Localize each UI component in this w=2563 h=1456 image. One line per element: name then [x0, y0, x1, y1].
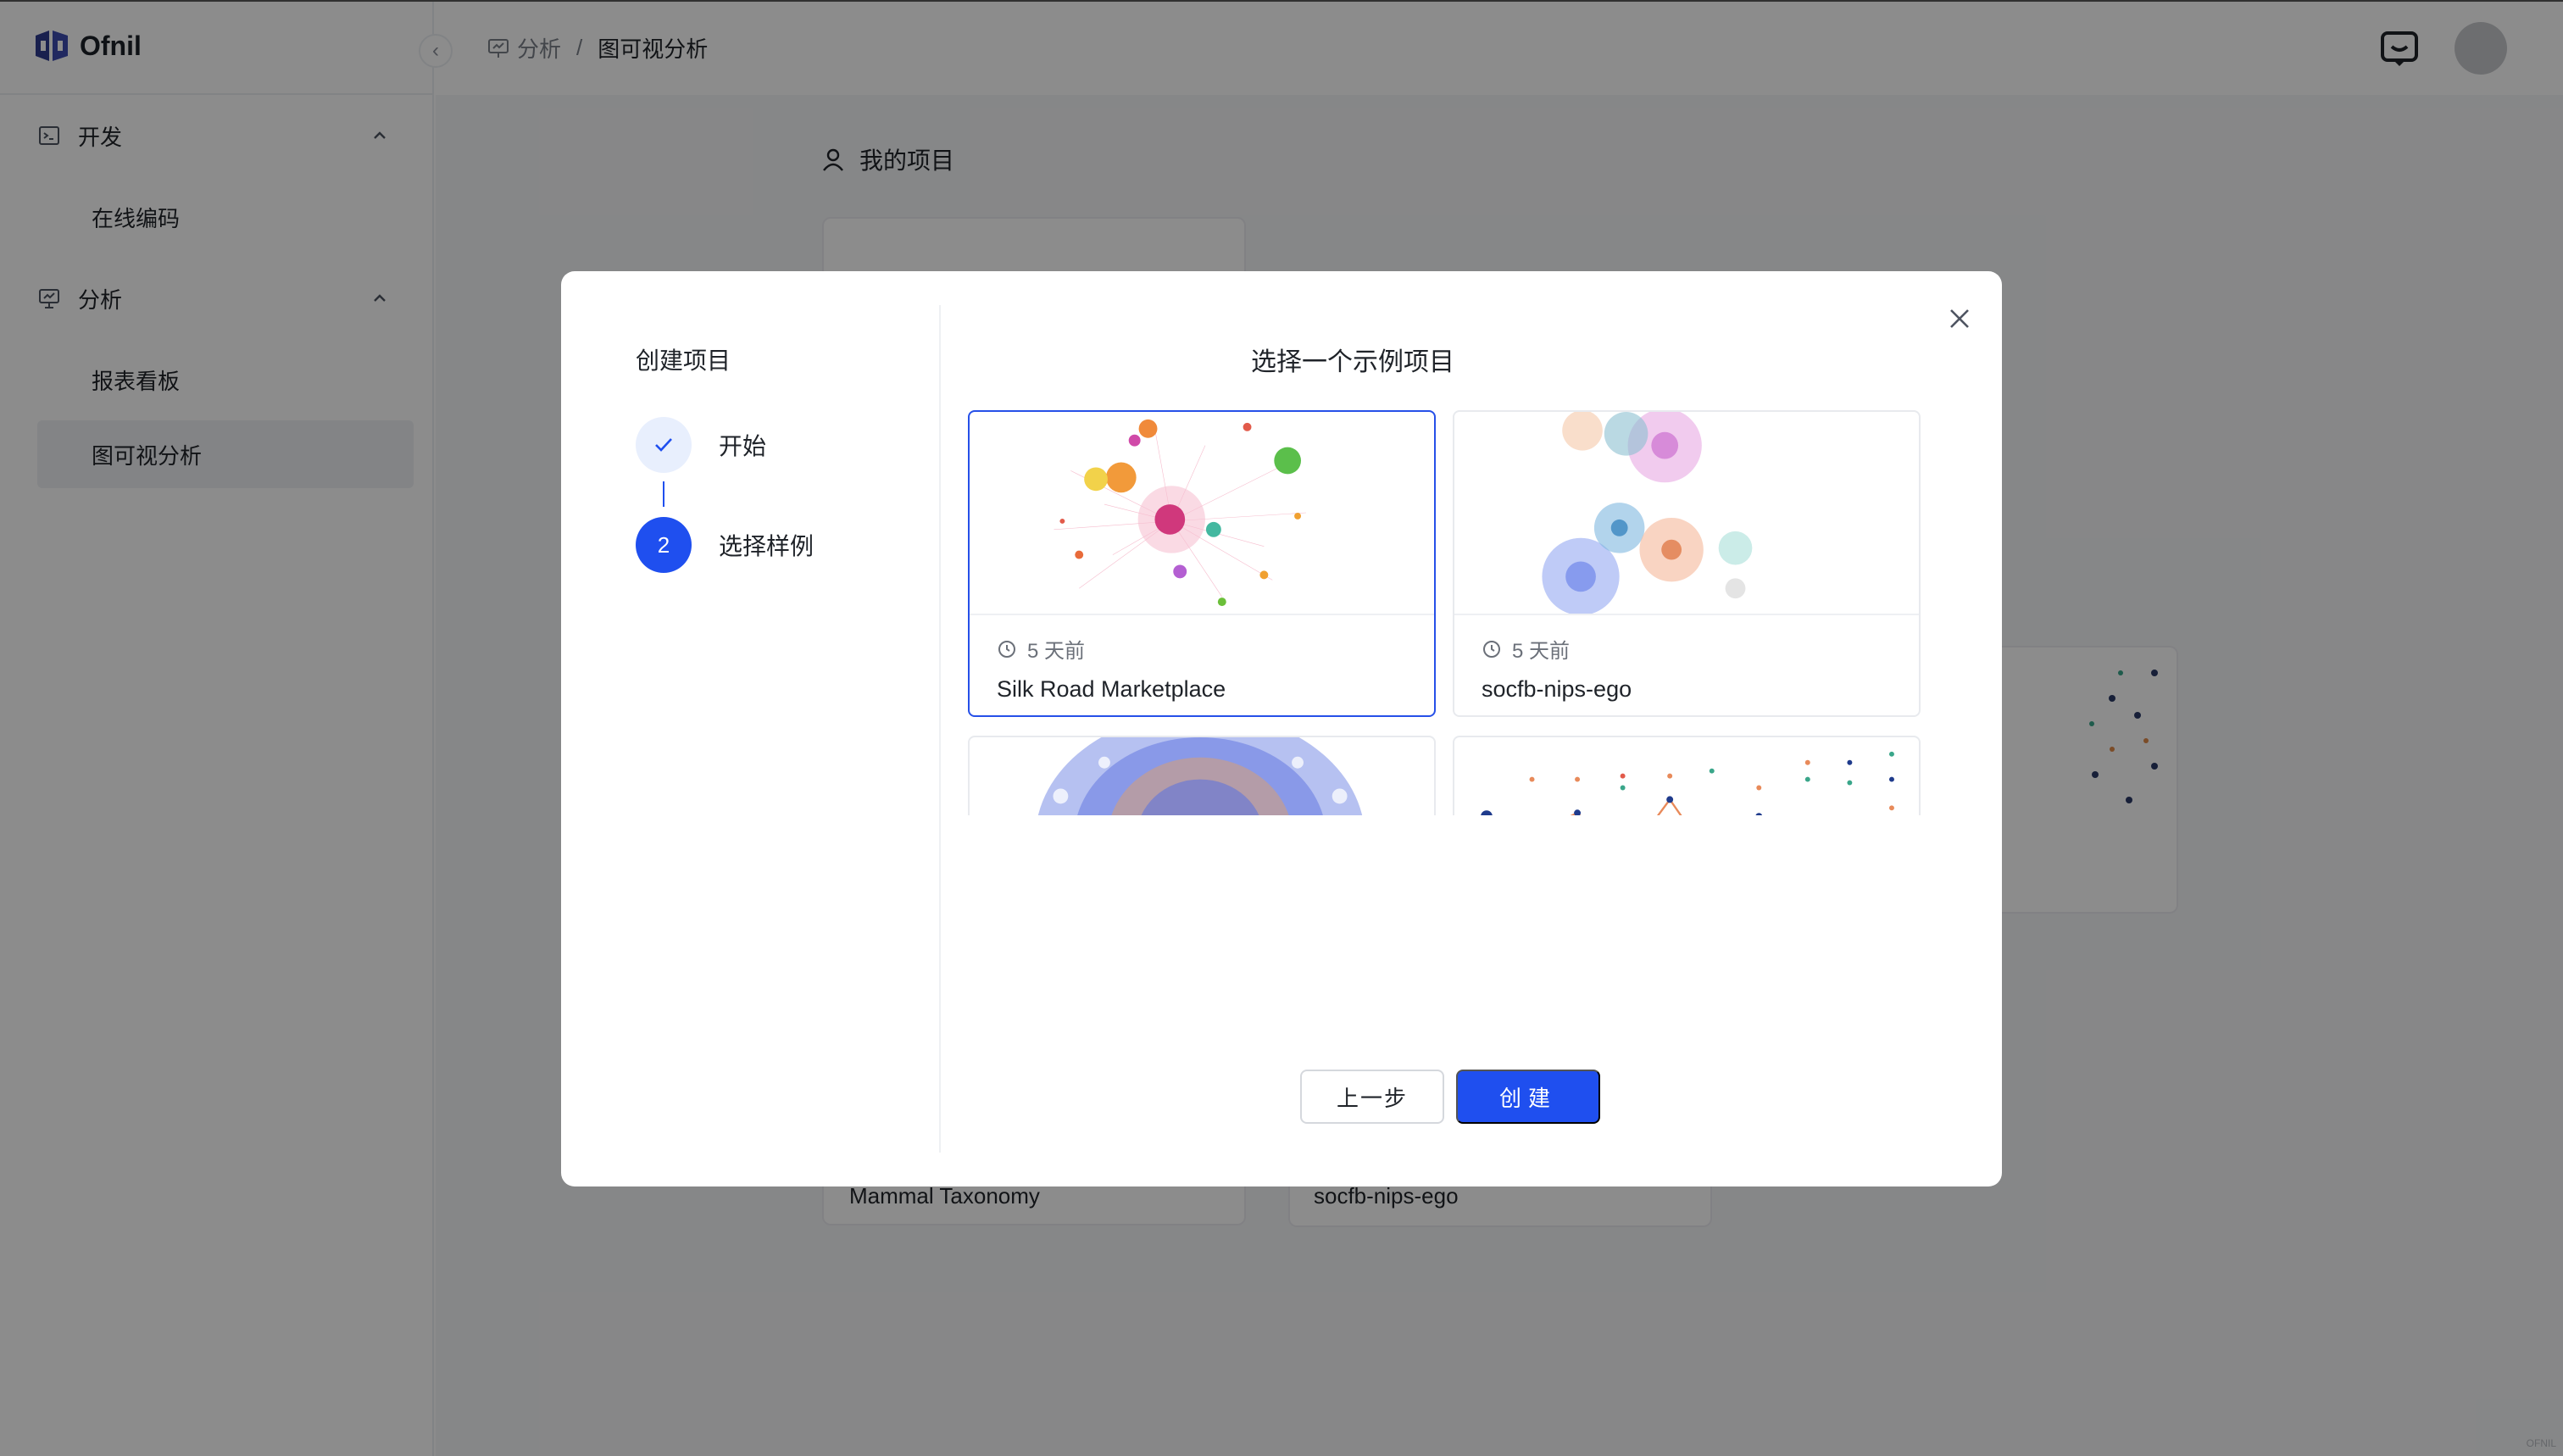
modal-divider — [939, 305, 941, 1153]
clock-icon — [1482, 964, 1502, 985]
step-choose-sample: 2 选择样例 — [636, 517, 814, 573]
card-thumbnail — [970, 412, 1434, 615]
sample-card-silk-road[interactable]: 5 天前 Silk Road Marketplace — [968, 410, 1436, 717]
modal-title: 创建项目 — [636, 347, 731, 374]
card-time-text: 5 天前 — [1512, 640, 1571, 663]
step-indicator-current: 2 — [636, 517, 692, 573]
clock-icon — [997, 964, 1017, 985]
card-timestamp: 5 天前 — [997, 634, 1085, 664]
previous-step-button[interactable]: 上一步 — [1300, 1070, 1444, 1124]
sample-card-path-analysis[interactable]: 5 天前 Path Analysis — [1453, 736, 1921, 1027]
step-label: 选择样例 — [719, 533, 814, 559]
sample-card-email-euall[interactable]: 5 天前 Email_EuAll — [968, 736, 1436, 1027]
card-time-text: 5 天前 — [1512, 965, 1571, 988]
check-icon — [655, 438, 672, 452]
card-timestamp: 5 天前 — [1482, 959, 1570, 989]
network-graph-thumbnail — [1054, 419, 1306, 607]
card-thumbnail — [1454, 412, 1919, 615]
network-graph-thumbnail — [1542, 412, 1753, 614]
sample-project-heading: 选择一个示例项目 — [1251, 348, 1454, 376]
path-graph-thumbnail — [1481, 751, 1894, 815]
clock-icon — [998, 640, 1015, 658]
card-timestamp: 5 天前 — [997, 959, 1085, 989]
card-time-text: 5 天前 — [1027, 965, 1086, 988]
step-start: 开始 — [636, 417, 766, 473]
card-title: socfb-nips-ego — [1482, 676, 1632, 702]
card-time-text: 5 天前 — [1027, 640, 1086, 663]
card-thumbnail — [1454, 737, 1919, 815]
sample-card-socfb[interactable]: 5 天前 socfb-nips-ego — [1453, 410, 1921, 717]
close-icon[interactable] — [1944, 303, 1975, 334]
card-timestamp: 5 天前 — [1482, 634, 1570, 664]
card-title: Path Analysis — [1482, 1002, 1620, 1027]
create-button[interactable]: 创建 — [1456, 1070, 1600, 1124]
card-title: Silk Road Marketplace — [997, 676, 1226, 702]
step-connector — [663, 481, 664, 507]
card-thumbnail — [970, 737, 1434, 815]
step-indicator-done — [636, 417, 692, 473]
step-number: 2 — [657, 531, 670, 558]
network-graph-thumbnail — [1037, 737, 1363, 815]
card-title: Email_EuAll — [997, 1002, 1120, 1027]
clock-icon — [1483, 640, 1500, 658]
create-project-modal: 创建项目 开始 2 选择样例 选择一个示例项目 5 天前 Silk Road M… — [561, 271, 2002, 1186]
step-label: 开始 — [719, 433, 767, 459]
